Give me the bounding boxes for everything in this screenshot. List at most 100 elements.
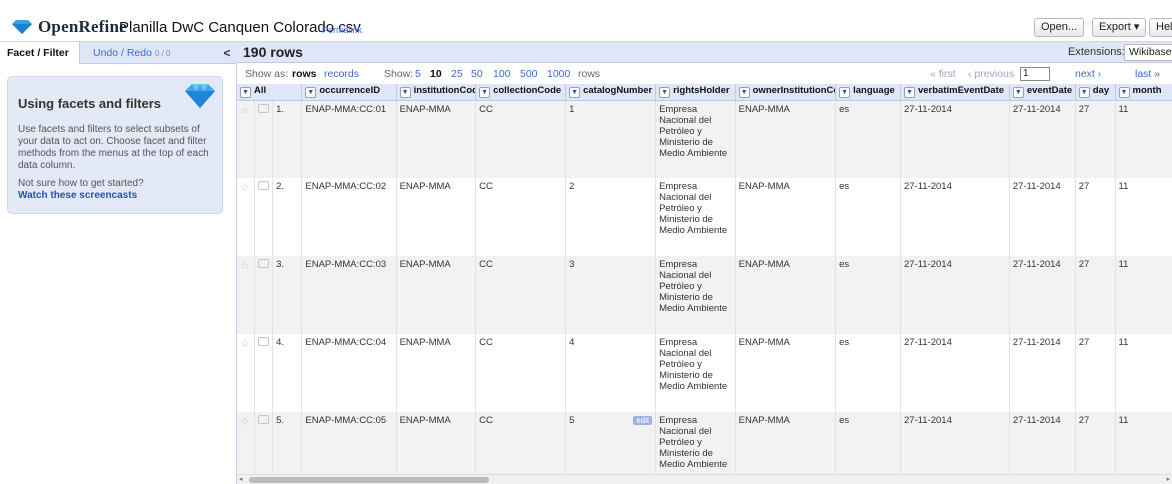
cell-rightsholder[interactable]: Empresa Nacional del Petróleo y Minister… — [655, 178, 736, 256]
cell-day[interactable]: 27 — [1075, 256, 1116, 334]
cell-eventdate[interactable]: 27-11-2014 — [1009, 334, 1076, 412]
cell-month[interactable]: 11 — [1115, 256, 1172, 334]
cell-catalognumber[interactable]: 3 — [565, 256, 657, 334]
cell-month[interactable]: 11 — [1115, 178, 1172, 256]
cell-verbatimeventdate[interactable]: 27-11-2014 — [900, 334, 1010, 412]
cell-collectioncode[interactable]: CC — [475, 100, 567, 178]
tab-undo-redo[interactable]: Undo / Redo 0 / 0 — [93, 42, 170, 64]
column-header-ownerinstitutioncode[interactable]: ▼ownerInstitutionCode — [735, 84, 837, 101]
cell-day[interactable]: 27 — [1075, 412, 1116, 474]
last-page-link[interactable]: last » — [1135, 68, 1160, 80]
cell-ownerinstitutioncode[interactable]: ENAP-MMA — [735, 256, 837, 334]
flag-icon[interactable] — [258, 181, 270, 190]
page-size-10[interactable]: 10 — [430, 68, 442, 80]
flag-cell[interactable] — [254, 256, 274, 334]
column-header-eventdate[interactable]: ▼ eventDate — [1009, 84, 1076, 101]
cell-month[interactable]: 11 — [1115, 334, 1172, 412]
rows-mode[interactable]: rows — [292, 68, 317, 80]
cell-occurrenceid[interactable]: ENAP-MMA:CC:01 — [301, 100, 397, 178]
star-icon[interactable]: ☆ — [240, 260, 250, 272]
cell-catalognumber[interactable]: 4 — [565, 334, 657, 412]
screencasts-link[interactable]: Watch these screencasts — [18, 190, 137, 201]
flag-cell[interactable] — [254, 178, 274, 256]
star-cell[interactable]: ☆ — [237, 100, 256, 178]
cell-collectioncode[interactable]: CC — [475, 178, 567, 256]
page-size-100[interactable]: 100 — [493, 68, 511, 80]
column-header-month[interactable]: ▼ month — [1115, 84, 1172, 101]
star-icon[interactable]: ☆ — [240, 105, 250, 117]
column-header-rightsholder[interactable]: ▼ rightsHolder — [655, 84, 736, 101]
cell-eventdate[interactable]: 27-11-2014 — [1009, 100, 1076, 178]
export-button[interactable]: Export ▾ — [1092, 18, 1147, 37]
cell-collectioncode[interactable]: CC — [475, 256, 567, 334]
permalink-link[interactable]: Permalink — [322, 25, 362, 35]
cell-occurrenceid[interactable]: ENAP-MMA:CC:05 — [301, 412, 397, 474]
dropdown-arrow-icon[interactable]: ▼ — [569, 87, 581, 99]
dropdown-arrow-icon[interactable]: ▼ — [399, 87, 411, 99]
cell-verbatimeventdate[interactable]: 27-11-2014 — [900, 256, 1010, 334]
cell-rightsholder[interactable]: Empresa Nacional del Petróleo y Minister… — [655, 412, 736, 474]
dropdown-arrow-icon[interactable]: ▼ — [305, 87, 317, 99]
cell-occurrenceid[interactable]: ENAP-MMA:CC:04 — [301, 334, 397, 412]
dropdown-arrow-icon[interactable]: ▼ — [659, 87, 671, 99]
cell-institutioncode[interactable]: ENAP-MMA — [396, 178, 477, 256]
cell-verbatimeventdate[interactable]: 27-11-2014 — [900, 178, 1010, 256]
flag-icon[interactable] — [258, 415, 270, 424]
cell-day[interactable]: 27 — [1075, 100, 1116, 178]
flag-icon[interactable] — [258, 259, 270, 268]
cell-day[interactable]: 27 — [1075, 178, 1116, 256]
star-cell[interactable]: ☆ — [237, 334, 256, 412]
cell-language[interactable]: es — [835, 256, 901, 334]
column-header-occurrenceid[interactable]: ▼ occurrenceID — [301, 84, 397, 101]
cell-eventdate[interactable]: 27-11-2014 — [1009, 412, 1076, 474]
star-icon[interactable]: ☆ — [240, 338, 250, 350]
dropdown-arrow-icon[interactable]: ▼ — [1078, 87, 1090, 99]
cell-collectioncode[interactable]: CC — [475, 334, 567, 412]
star-cell[interactable]: ☆ — [237, 256, 256, 334]
tab-facet-filter[interactable]: Facet / Filter — [0, 42, 80, 64]
column-header-institutioncode[interactable]: ▼institutionCode — [396, 84, 477, 101]
all-column-header[interactable]: ▼ All — [237, 84, 303, 101]
next-page-link[interactable]: next › — [1075, 68, 1101, 80]
page-number-input[interactable]: 1 — [1020, 67, 1050, 81]
cell-eventdate[interactable]: 27-11-2014 — [1009, 178, 1076, 256]
cell-rightsholder[interactable]: Empresa Nacional del Petróleo y Minister… — [655, 100, 736, 178]
star-icon[interactable]: ☆ — [240, 182, 250, 194]
cell-rightsholder[interactable]: Empresa Nacional del Petróleo y Minister… — [655, 334, 736, 412]
cell-catalognumber[interactable]: 5 edit — [565, 412, 657, 474]
cell-occurrenceid[interactable]: ENAP-MMA:CC:02 — [301, 178, 397, 256]
cell-language[interactable]: es — [835, 178, 901, 256]
help-button[interactable]: Help — [1149, 18, 1172, 37]
star-cell[interactable]: ☆ — [237, 412, 256, 474]
flag-cell[interactable] — [254, 334, 274, 412]
cell-month[interactable]: 11 — [1115, 412, 1172, 474]
cell-institutioncode[interactable]: ENAP-MMA — [396, 412, 477, 474]
dropdown-arrow-icon[interactable]: ▼ — [479, 87, 491, 99]
cell-ownerinstitutioncode[interactable]: ENAP-MMA — [735, 178, 837, 256]
page-size-5[interactable]: 5 — [415, 68, 421, 80]
cell-eventdate[interactable]: 27-11-2014 — [1009, 256, 1076, 334]
dropdown-arrow-icon[interactable]: ▼ — [903, 87, 915, 99]
scroll-right-arrow-icon[interactable]: ▸ — [1166, 475, 1170, 484]
page-size-25[interactable]: 25 — [451, 68, 463, 80]
scrollbar-thumb[interactable] — [249, 477, 489, 483]
cell-language[interactable]: es — [835, 412, 901, 474]
column-header-language[interactable]: ▼ language — [835, 84, 901, 101]
cell-catalognumber[interactable]: 2 — [565, 178, 657, 256]
flag-cell[interactable] — [254, 412, 274, 474]
cell-ownerinstitutioncode[interactable]: ENAP-MMA — [735, 100, 837, 178]
cell-collectioncode[interactable]: CC — [475, 412, 567, 474]
scroll-left-arrow-icon[interactable]: ◂ — [239, 475, 243, 484]
dropdown-arrow-icon[interactable]: ▼ — [1118, 87, 1130, 99]
cell-ownerinstitutioncode[interactable]: ENAP-MMA — [735, 412, 837, 474]
dropdown-arrow-icon[interactable]: ▼ — [240, 87, 251, 99]
records-mode-link[interactable]: records — [324, 68, 359, 80]
cell-institutioncode[interactable]: ENAP-MMA — [396, 100, 477, 178]
star-cell[interactable]: ☆ — [237, 178, 256, 256]
column-header-catalognumber[interactable]: ▼ catalogNumber — [565, 84, 657, 101]
cell-day[interactable]: 27 — [1075, 334, 1116, 412]
column-header-verbatimeventdate[interactable]: ▼ verbatimEventDate — [900, 84, 1010, 101]
cell-language[interactable]: es — [835, 100, 901, 178]
dropdown-arrow-icon[interactable]: ▼ — [738, 87, 750, 99]
open-button[interactable]: Open... — [1034, 18, 1085, 37]
